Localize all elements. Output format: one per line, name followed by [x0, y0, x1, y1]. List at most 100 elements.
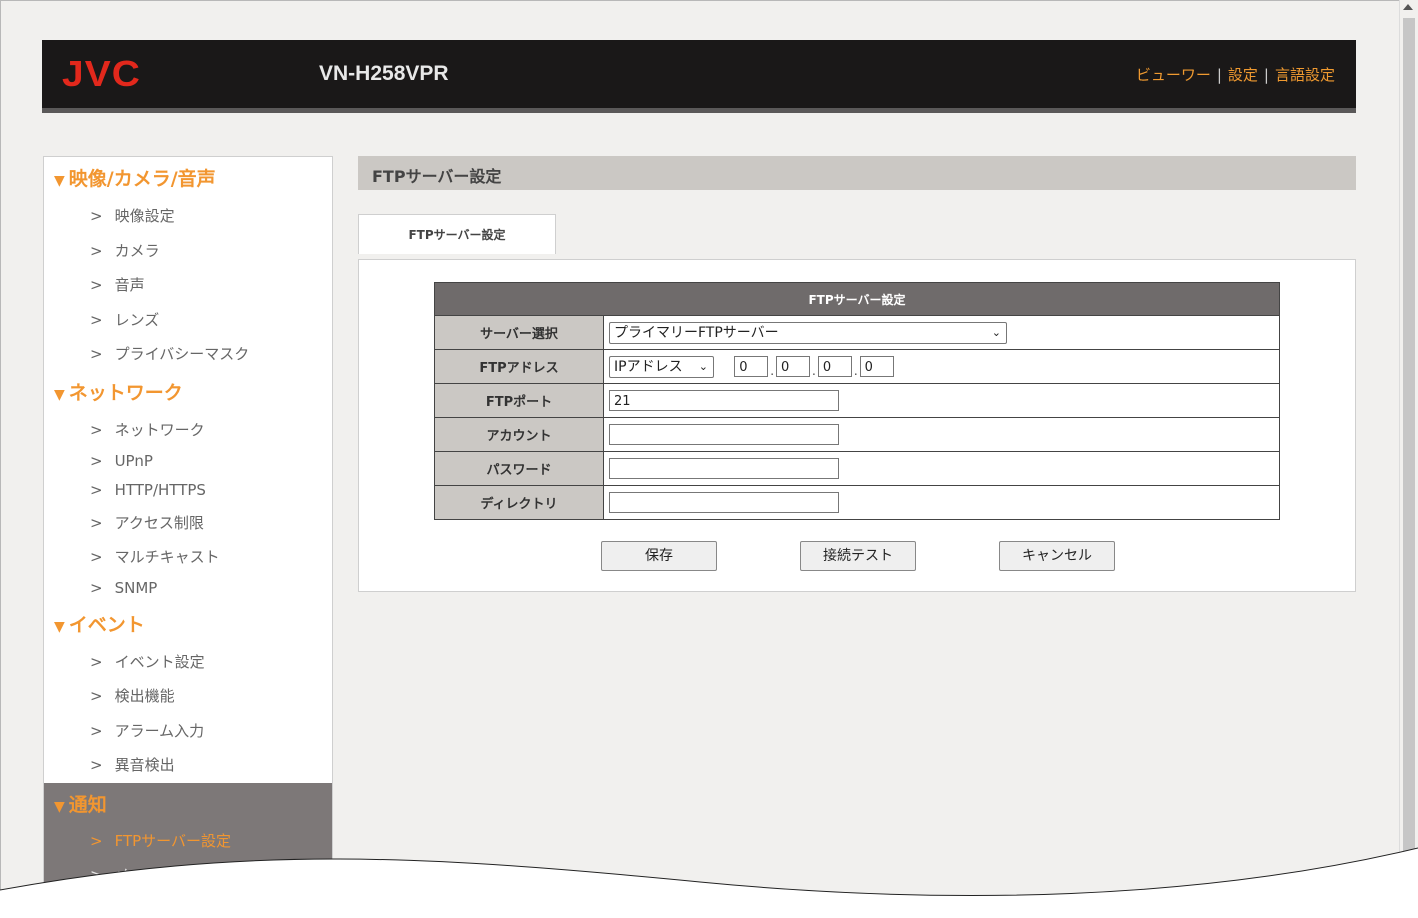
chevron-right-icon: >	[90, 242, 103, 260]
top-links: ビューワー | 設定 | 言語設定	[1136, 64, 1335, 85]
chevron-down-icon: ⌄	[698, 359, 708, 373]
save-button[interactable]: 保存	[601, 541, 717, 571]
jvc-logo: JVC	[62, 53, 141, 94]
sidebar-item-label: カメラ	[114, 242, 160, 260]
chevron-right-icon: >	[90, 452, 103, 470]
sidebar-item-multicast[interactable]: > マルチキャスト	[90, 546, 220, 567]
sidebar-item-label: 異音検出	[114, 756, 175, 774]
sidebar-item-camera[interactable]: > カメラ	[90, 240, 160, 261]
chevron-right-icon: >	[90, 687, 103, 705]
category-event[interactable]: ▼ イベント	[54, 610, 145, 637]
sidebar-item-label: ネットワーク	[114, 421, 205, 439]
settings-link[interactable]: 設定	[1228, 66, 1258, 84]
link-separator: |	[1263, 66, 1269, 84]
sidebar-item-abnormal-sound[interactable]: > 異音検出	[90, 754, 175, 775]
sidebar-item-privacy-mask[interactable]: > プライバシーマスク	[90, 343, 249, 364]
category-label: 映像/カメラ/音声	[68, 168, 216, 190]
sidebar-item-label: アクセス制限	[114, 514, 204, 532]
chevron-right-icon: >	[90, 311, 103, 329]
address-type-value: IPアドレス	[614, 358, 683, 375]
table-row: FTPポート 21	[434, 383, 1280, 418]
page-title: FTPサーバー設定	[372, 167, 502, 186]
tab-ftp-server[interactable]: FTPサーバー設定	[358, 214, 556, 254]
ip-octet-1-input[interactable]: 0	[734, 356, 769, 377]
ip-octet-4-input[interactable]: 0	[859, 356, 894, 377]
category-video-camera-audio[interactable]: ▼ 映像/カメラ/音声	[54, 164, 216, 191]
chevron-right-icon: >	[90, 481, 103, 499]
password-label: パスワード	[434, 451, 604, 486]
chevron-down-icon: ⌄	[991, 325, 1001, 339]
chevron-right-icon: >	[90, 579, 103, 597]
window-frame-left	[0, 0, 1, 918]
chevron-right-icon: >	[90, 653, 103, 671]
ip-dot: .	[853, 363, 858, 378]
table-row: サーバー選択 プライマリーFTPサーバー ⌄	[434, 315, 1280, 350]
sidebar-item-label: アラーム入力	[114, 722, 205, 740]
chevron-right-icon: >	[90, 514, 103, 532]
settings-panel: FTPサーバー設定 サーバー選択 プライマリーFTPサーバー ⌄ FTPアドレス …	[358, 259, 1356, 592]
sidebar-item-alarm-input[interactable]: > アラーム入力	[90, 720, 204, 741]
directory-label: ディレクトリ	[434, 485, 604, 520]
cancel-button[interactable]: キャンセル	[999, 541, 1115, 571]
window-frame-top	[0, 0, 1418, 1]
connection-test-button[interactable]: 接続テスト	[800, 541, 916, 571]
model-name: VN-H258VPR	[319, 62, 449, 85]
chevron-right-icon: >	[90, 756, 103, 774]
table-row: パスワード	[434, 451, 1280, 486]
account-input[interactable]	[609, 424, 839, 445]
password-input[interactable]	[609, 458, 839, 479]
sidebar-item-label: UPnP	[114, 452, 153, 470]
triangle-down-icon: ▼	[54, 619, 65, 635]
sidebar-item-label: プライバシーマスク	[114, 345, 250, 363]
address-type-dropdown[interactable]: IPアドレス ⌄	[609, 355, 714, 378]
ip-octet-2-input[interactable]: 0	[776, 356, 811, 377]
ip-dot: .	[812, 363, 816, 378]
directory-input[interactable]	[609, 492, 839, 513]
sidebar-item-event-settings[interactable]: > イベント設定	[90, 651, 205, 672]
sidebar-item-upnp[interactable]: > UPnP	[90, 452, 153, 470]
triangle-down-icon: ▼	[54, 799, 65, 815]
sidebar-item-label: 音声	[114, 276, 145, 294]
sidebar-item-label: HTTP/HTTPS	[114, 481, 206, 499]
category-label: ネットワーク	[68, 382, 183, 404]
page-header: FTPサーバー設定	[358, 156, 1356, 190]
sidebar-item-access-control[interactable]: > アクセス制限	[90, 512, 204, 533]
chevron-right-icon: >	[90, 548, 103, 566]
sidebar-item-http-https[interactable]: > HTTP/HTTPS	[90, 481, 206, 499]
torn-edge-decoration	[0, 847, 1418, 918]
sidebar-item-detection[interactable]: > 検出機能	[90, 685, 175, 706]
chevron-right-icon: >	[90, 345, 103, 363]
scroll-thumb[interactable]	[1403, 18, 1415, 856]
viewer-link[interactable]: ビューワー	[1136, 66, 1211, 84]
sidebar-item-network[interactable]: > ネットワーク	[90, 419, 205, 440]
ftp-port-label: FTPポート	[434, 383, 604, 418]
sidebar-item-snmp[interactable]: > SNMP	[90, 579, 157, 597]
ip-dot: .	[770, 363, 775, 378]
link-separator: |	[1216, 66, 1222, 84]
account-label: アカウント	[434, 417, 604, 452]
scroll-up-arrow-icon[interactable]	[1403, 4, 1413, 10]
header-underline	[42, 108, 1356, 113]
category-label: イベント	[68, 614, 145, 636]
server-select-dropdown[interactable]: プライマリーFTPサーバー ⌄	[609, 321, 1007, 344]
category-notification[interactable]: ▼ 通知	[54, 790, 107, 817]
category-network[interactable]: ▼ ネットワーク	[54, 378, 183, 405]
chevron-right-icon: >	[90, 421, 103, 439]
ip-octet-3-input[interactable]: 0	[817, 356, 852, 377]
ftp-port-input[interactable]: 21	[609, 390, 839, 411]
sidebar-item-lens[interactable]: > レンズ	[90, 309, 159, 330]
sidebar-item-audio[interactable]: > 音声	[90, 274, 145, 295]
sidebar-item-label: 検出機能	[114, 687, 175, 705]
chevron-right-icon: >	[90, 207, 103, 225]
sidebar-item-label: SNMP	[114, 579, 158, 597]
ftp-settings-table: FTPサーバー設定 サーバー選択 プライマリーFTPサーバー ⌄ FTPアドレス …	[434, 282, 1280, 520]
chevron-right-icon: >	[90, 276, 103, 294]
language-link[interactable]: 言語設定	[1275, 66, 1335, 84]
category-label: 通知	[68, 794, 107, 816]
table-caption: FTPサーバー設定	[434, 282, 1280, 316]
sidebar-item-video-settings[interactable]: > 映像設定	[90, 205, 175, 226]
server-select-label: サーバー選択	[434, 315, 604, 350]
vertical-scrollbar[interactable]	[1399, 0, 1418, 870]
server-select-value: プライマリーFTPサーバー	[614, 324, 779, 341]
sidebar-item-label: マルチキャスト	[114, 548, 220, 566]
